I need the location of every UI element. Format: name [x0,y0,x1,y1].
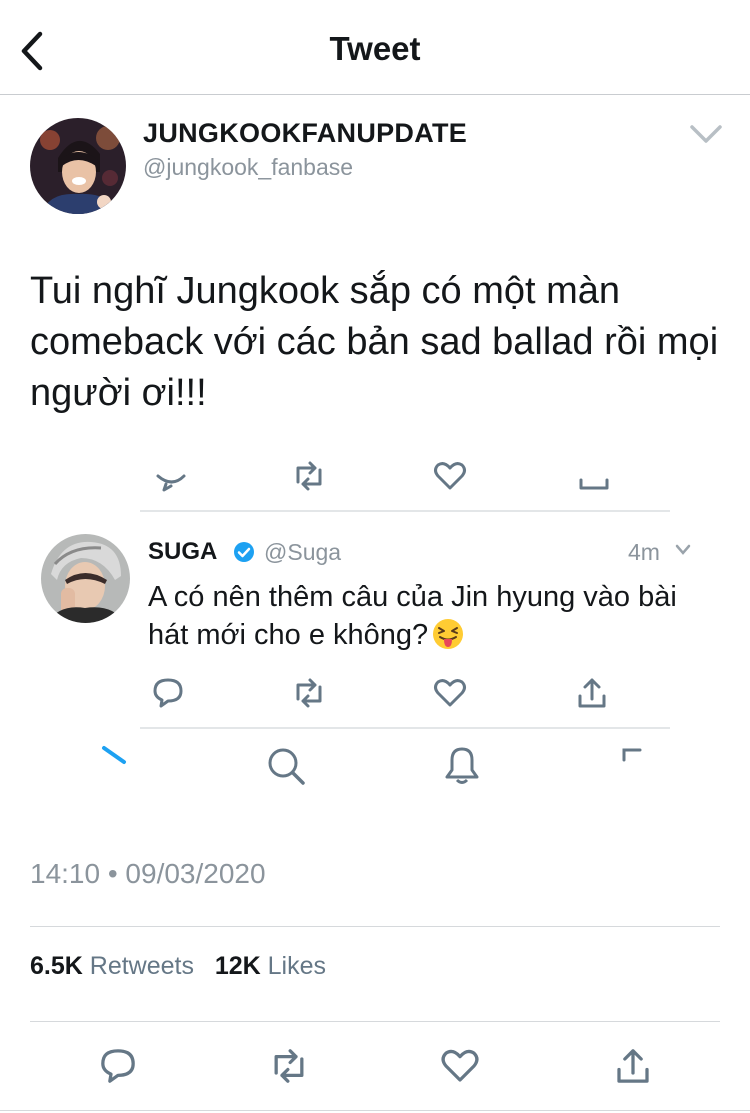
like-icon [434,679,466,707]
likes-label: Likes [267,952,327,980]
retweet-button[interactable] [268,1045,310,1087]
embedded-time: 4m [628,539,660,565]
retweet-icon [296,461,322,491]
embedded-divider [140,510,670,512]
embedded-tweet-text: A có nên thêm câu của Jin hyung vào bài … [148,578,688,654]
retweets-label: Retweets [89,952,194,980]
share-icon [578,678,606,708]
tweet-text: Tui nghĩ Jungkook sắp có một màn comebac… [30,270,719,414]
embedded-text-content: A có nên thêm câu của Jin hyung vào bài … [148,581,677,651]
likes-count: 12K [214,952,261,980]
reply-button[interactable] [97,1045,139,1087]
notifications-icon [445,747,479,784]
likes-stat[interactable]: 12K Likes [215,952,326,980]
bottom-divider [0,1110,750,1111]
search-icon [268,748,305,785]
share-button[interactable] [612,1045,654,1087]
messages-icon [622,748,642,762]
embedded-handle: @Suga [264,539,342,565]
reply-icon [156,474,186,492]
page-title: Tweet [329,30,421,67]
author-handle[interactable]: @jungkook_fanbase [143,154,353,181]
divider [30,926,720,927]
embedded-avatar [41,534,130,623]
like-icon [434,462,466,490]
verified-badge-icon [234,542,254,562]
tweet-timestamp: 14:10 • 09/03/2020 [30,858,266,889]
header-divider [0,94,750,95]
embedded-display-name: SUGA [148,538,218,565]
retweets-count: 6.5K [30,952,83,980]
author-avatar[interactable] [30,118,126,214]
like-button[interactable] [439,1045,481,1087]
reply-icon [153,678,183,708]
retweet-icon [296,678,322,708]
squinting-tongue-emoji-icon [433,619,464,649]
author-display-name[interactable]: JUNGKOOKFANUPDATE [143,118,467,149]
engagement-stats: 6.5K Retweets 12K Likes [30,952,326,981]
share-icon [579,478,609,490]
chevron-down-icon[interactable] [688,122,724,146]
embedded-chevron-icon [675,544,691,555]
retweets-stat[interactable]: 6.5K Retweets [30,952,194,980]
embedded-divider [140,727,670,729]
compose-icon [102,746,126,764]
divider [30,1021,720,1022]
